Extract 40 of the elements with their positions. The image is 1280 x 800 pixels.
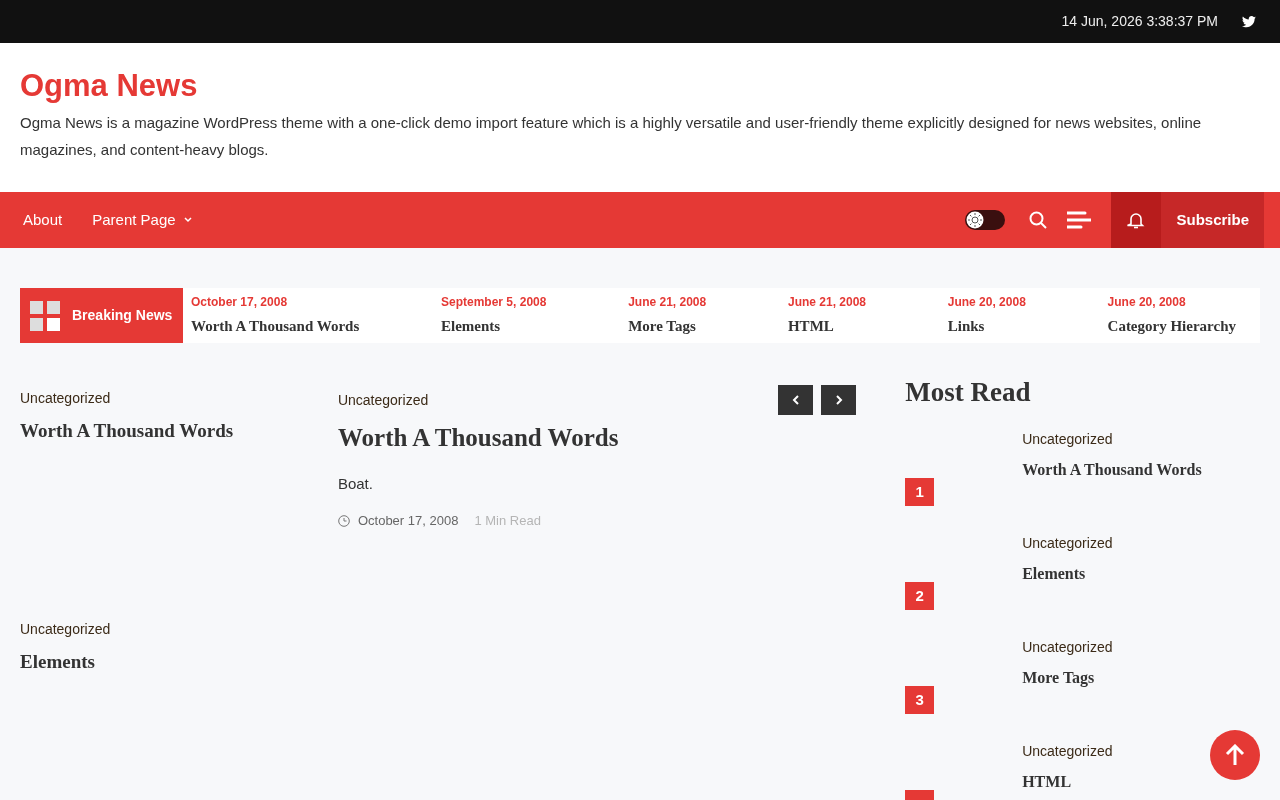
post-category[interactable]: Uncategorized [1022, 533, 1113, 555]
post-category[interactable]: Uncategorized [1022, 637, 1113, 659]
post-category[interactable]: Uncategorized [337, 390, 429, 411]
rank-badge: 1 [905, 478, 935, 507]
post-excerpt: Boat. [337, 473, 374, 494]
nav-link[interactable]: Parent Page [77, 208, 207, 232]
read-time: 1 Min Read [474, 512, 541, 530]
post-title[interactable]: More Tags [1022, 666, 1113, 691]
news-link[interactable]: Category Hierarchy [1107, 315, 1236, 338]
post-title[interactable]: Worth A Thousand Words [1022, 458, 1202, 483]
nav-link[interactable]: About [8, 208, 78, 232]
post-title[interactable]: Elements [20, 648, 338, 677]
subscribe-button[interactable]: Subscribe [1161, 192, 1264, 248]
news-date: June 21, 2008 [628, 294, 707, 312]
news-date: October 17, 2008 [191, 294, 289, 312]
rank-badge: 2 [905, 582, 935, 611]
rank-badge: 3 [905, 686, 935, 715]
news-date: September 5, 2008 [441, 294, 547, 312]
post-date: October 17, 2008 [357, 512, 459, 530]
post-category[interactable]: Uncategorized [1022, 429, 1202, 451]
news-link[interactable]: More Tags [628, 315, 707, 338]
news-link[interactable]: HTML [787, 315, 866, 338]
featured-title[interactable]: Worth A Thousand Words [337, 419, 857, 457]
post-title[interactable]: Worth A Thousand Words [20, 417, 338, 446]
post-category[interactable]: Uncategorized [1022, 741, 1113, 763]
post-category[interactable]: Uncategorized [20, 388, 338, 409]
news-date: June 20, 2008 [947, 294, 1026, 312]
site-title[interactable]: Ogma News [20, 69, 1260, 104]
section-heading: Most Read [905, 376, 1032, 409]
post-category[interactable]: Uncategorized [20, 619, 338, 640]
date-time: 14 Jun, 2026 3:38:37 PM [1061, 12, 1218, 31]
post-title[interactable]: Elements [1022, 562, 1113, 587]
breaking-news-label: Breaking News [20, 288, 183, 343]
site-description: Ogma News is a magazine WordPress theme with a one-click demo import feature which is a highly versatile and user-friendly theme explicitly designed for news websites, online magazines, and content-heavy blogs. [20, 113, 1203, 161]
news-date: June 21, 2008 [787, 294, 866, 312]
news-link[interactable]: Links [947, 315, 1026, 338]
news-link[interactable]: Worth A Thousand Words [191, 315, 360, 338]
news-date: June 20, 2008 [1107, 294, 1187, 312]
news-link[interactable]: Elements [441, 315, 547, 338]
post-title[interactable]: HTML [1022, 770, 1113, 795]
